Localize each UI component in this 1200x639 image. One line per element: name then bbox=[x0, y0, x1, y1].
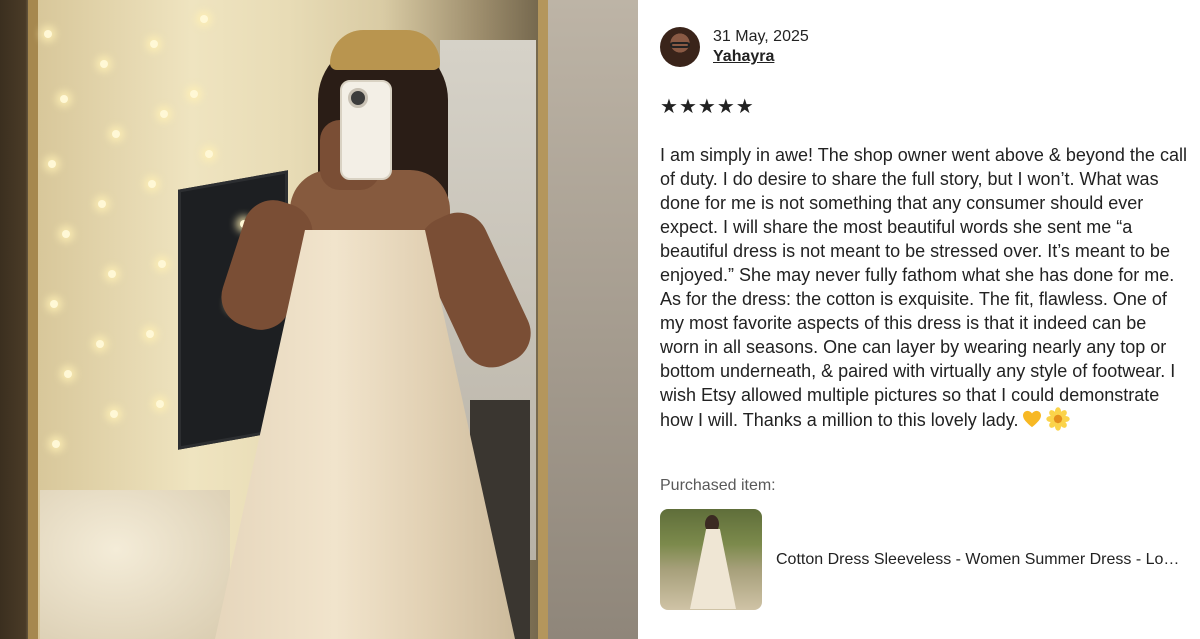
reviewer-name-link[interactable]: Yahayra bbox=[713, 47, 774, 67]
photo-phone-camera bbox=[348, 88, 368, 108]
reviewer-avatar[interactable] bbox=[660, 27, 700, 67]
photo-headband bbox=[330, 30, 440, 70]
review-photo[interactable] bbox=[0, 0, 638, 639]
review-meta: 31 May, 2025 Yahayra bbox=[713, 27, 809, 67]
star-icon: ★ bbox=[716, 96, 735, 118]
star-rating: ★ ★ ★ ★ ★ bbox=[660, 96, 754, 118]
blossom-icon bbox=[1046, 407, 1071, 431]
review-header: 31 May, 2025 Yahayra bbox=[660, 27, 809, 67]
star-icon: ★ bbox=[660, 96, 678, 118]
purchased-item[interactable]: Cotton Dress Sleeveless - Women Summer D… bbox=[660, 509, 1188, 610]
purchased-item-title[interactable]: Cotton Dress Sleeveless - Women Summer D… bbox=[776, 551, 1186, 569]
purchased-item-label: Purchased item: bbox=[660, 477, 776, 494]
star-icon: ★ bbox=[735, 96, 754, 118]
yellow-heart-icon bbox=[1022, 410, 1042, 428]
review-panel: 31 May, 2025 Yahayra ★ ★ ★ ★ ★ I am simp… bbox=[638, 0, 1200, 639]
avatar-glasses bbox=[670, 42, 690, 48]
review-date: 31 May, 2025 bbox=[713, 28, 809, 45]
star-icon: ★ bbox=[697, 96, 716, 118]
review-text: I am simply in awe! The shop owner went … bbox=[660, 145, 1187, 430]
review-body: I am simply in awe! The shop owner went … bbox=[660, 143, 1188, 432]
purchased-item-thumbnail[interactable] bbox=[660, 509, 762, 610]
thumb-dress bbox=[690, 529, 736, 609]
star-icon: ★ bbox=[678, 96, 697, 118]
